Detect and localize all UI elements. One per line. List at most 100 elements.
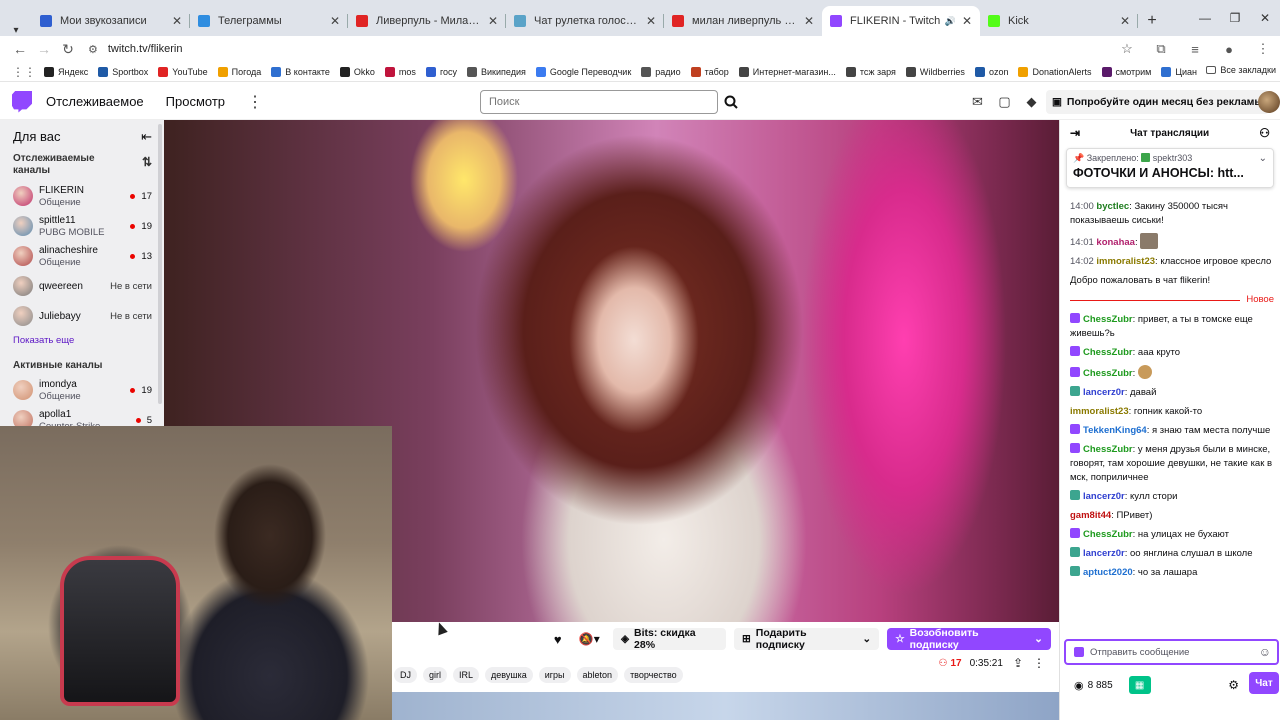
bookmark-item[interactable]: Google Переводчик [535,66,631,77]
minimize-icon[interactable]: — [1190,11,1220,25]
message-user[interactable]: immoralist23 [1096,256,1155,267]
renew-sub-button[interactable]: ☆ Возобновить подписку ⌄ [887,627,1051,651]
bookmark-item[interactable]: тсж заря [845,66,896,77]
pinned-message[interactable]: 📌 Закреплено: spektr303 ⌄ ФОТОЧКИ И АНОНС… [1066,148,1274,188]
browser-tab[interactable]: FLIKERIN - Twitch 🔊 ✕ [822,6,980,36]
reload-icon[interactable]: ↻ [56,41,80,58]
message-user[interactable]: ChessZubr [1083,529,1133,540]
stream-tag[interactable]: ableton [576,667,619,683]
no-ads-promo-button[interactable]: ▣ Попробуйте один месяц без рекламы [1046,90,1270,114]
bookmark-item[interactable]: Яндекс [44,66,88,77]
message-user[interactable]: immoralist23 [1070,406,1129,417]
sidebar-channel[interactable]: imondya Общение 19 [0,375,164,405]
browser-tab[interactable]: Телеграммы ✕ [190,6,348,36]
menu-icon[interactable]: ⋮ [1246,41,1280,57]
more-options-icon[interactable]: ⋮ [247,92,263,112]
bits-icon[interactable]: ◆ [1018,94,1045,110]
url-field[interactable]: ⚙ twitch.tv/flikerin [88,43,182,56]
bookmark-item[interactable]: Интернет-магазин... [738,66,836,77]
bookmark-item[interactable]: Wildberries [905,66,965,77]
claim-bonus-icon[interactable]: ▦ [1128,676,1151,694]
whispers-icon[interactable]: ▢ [991,94,1018,110]
bookmark-item[interactable]: Википедия [467,66,526,77]
bookmark-item[interactable]: DonationAlerts [1018,66,1092,77]
browser-tab[interactable]: милан ливерпуль - YouTube ✕ [664,6,822,36]
channel-points-icon[interactable]: ◉ [1074,679,1084,692]
profile-icon[interactable]: ● [1212,42,1246,57]
message-user[interactable]: ChessZubr [1083,444,1133,455]
badge-icon[interactable] [1074,647,1084,657]
browser-tab[interactable]: Чат рулетка голосовая — Nek ✕ [506,6,664,36]
notifications-bell-icon[interactable]: 🔕▾ [572,632,607,646]
bookmark-item[interactable]: табор [690,66,729,77]
tab-close-icon[interactable]: ✕ [488,14,498,28]
browser-tab[interactable]: Ливерпуль - Милан. Повтор ✕ [348,6,506,36]
sidebar-channel[interactable]: qweereen Не в сети [0,271,164,301]
forward-icon[interactable]: → [32,41,56,57]
close-window-icon[interactable]: ✕ [1250,11,1280,25]
sort-icon[interactable]: ⇅ [142,156,152,177]
nav-following[interactable]: Отслеживаемое [46,94,144,109]
restore-icon[interactable]: ❐ [1220,11,1250,25]
tab-close-icon[interactable]: ✕ [804,14,814,28]
show-more-link[interactable]: Показать еще [0,331,164,350]
bookmark-item[interactable]: YouTube [158,66,208,77]
gift-sub-button[interactable]: ⊞ Подарить подписку ⌄ [733,627,880,651]
chat-input[interactable]: Отправить сообщение ☺ [1064,639,1279,665]
tab-close-icon[interactable]: ✕ [330,14,340,28]
sidebar-channel[interactable]: FLIKERIN Общение 17 [0,181,164,211]
sidebar-channel[interactable]: Juliebayy Не в сети [0,301,164,331]
media-icon[interactable]: ≡ [1178,42,1212,57]
bookmark-star-icon[interactable]: ☆ [1110,41,1144,57]
heart-icon[interactable]: ♥ [544,632,572,647]
browser-tab[interactable]: Мои звукозаписи ✕ [32,6,190,36]
tab-close-icon[interactable]: ✕ [1120,14,1130,28]
stream-tag[interactable]: DJ [394,667,417,683]
expand-pinned-icon[interactable]: ⌄ [1259,153,1267,164]
sidebar-channel[interactable]: spittle11 PUBG MOBILE 19 [0,211,164,241]
bits-discount-button[interactable]: ◈ Bits: скидка 28% [612,627,726,651]
message-user[interactable]: byctlec [1096,201,1129,212]
emote-picker-icon[interactable]: ☺ [1259,645,1271,659]
extensions-icon[interactable]: ⧉ [1144,41,1178,57]
tab-audio-icon[interactable]: 🔊 [945,16,956,27]
bookmark-item[interactable]: Циан [1161,66,1197,77]
back-icon[interactable]: ← [8,41,32,57]
site-settings-icon[interactable]: ⚙ [88,43,98,56]
all-bookmarks[interactable]: Все закладки [1206,65,1276,75]
bookmark-item[interactable]: mos [384,66,416,77]
stream-tag[interactable]: игры [538,667,571,683]
stream-tag[interactable]: girl [423,667,448,683]
collapse-chat-icon[interactable]: ⇥ [1070,126,1080,140]
sidebar-channel[interactable]: alinacheshire Общение 13 [0,241,164,271]
twitch-logo-icon[interactable] [12,90,32,113]
message-user[interactable]: gam8it44 [1070,510,1111,521]
users-icon[interactable]: ⚇ [1259,126,1270,140]
collapse-sidebar-icon[interactable]: ⇤ [141,129,152,145]
apps-grid-icon[interactable]: ⋮⋮ [12,65,36,79]
inbox-icon[interactable]: ✉ [964,94,991,110]
sidebar-scrollbar[interactable] [158,124,162,404]
stream-tag[interactable]: творчество [624,667,683,683]
search-input[interactable] [480,90,718,114]
browser-tab[interactable]: Kick ✕ [980,6,1138,36]
tab-close-icon[interactable]: ✕ [172,14,182,28]
message-user[interactable]: konahaa [1096,237,1135,248]
message-user[interactable]: lancerz0r [1083,491,1125,502]
message-user[interactable]: ChessZubr [1083,368,1133,379]
nav-browse[interactable]: Просмотр [166,94,225,109]
bookmark-item[interactable]: смотрим [1101,66,1151,77]
more-icon[interactable]: ⋮ [1033,656,1045,670]
bookmark-item[interactable]: В контакте [271,66,330,77]
bookmark-item[interactable]: Погода [217,66,261,77]
bookmark-item[interactable]: радио [641,66,681,77]
message-user[interactable]: aptuct2020 [1083,567,1133,578]
share-icon[interactable]: ⇪ [1013,656,1023,670]
user-avatar[interactable] [1258,91,1280,113]
chat-settings-icon[interactable]: ⚙ [1228,678,1239,692]
message-user[interactable]: TekkenKing64 [1083,425,1147,436]
stream-tag[interactable]: IRL [453,667,480,683]
message-user[interactable]: ChessZubr [1083,347,1133,358]
stream-tag[interactable]: девушка [485,667,533,683]
bookmark-item[interactable]: Sportbox [98,66,148,77]
